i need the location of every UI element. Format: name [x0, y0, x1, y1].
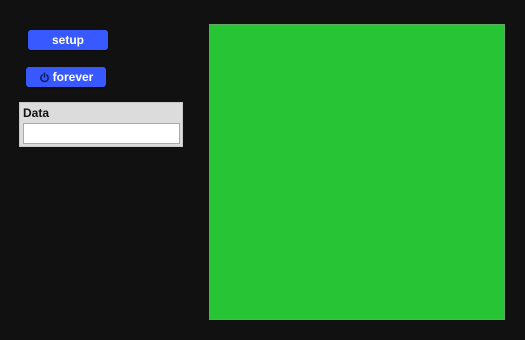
data-monitor: Data [19, 102, 183, 147]
forever-button-label: forever [52, 70, 94, 84]
setup-button[interactable]: setup [28, 30, 108, 50]
setup-button-label: setup [51, 33, 84, 47]
monitor-value [23, 123, 180, 144]
world-view[interactable] [209, 24, 505, 320]
forever-button[interactable]: forever [26, 67, 106, 87]
monitor-label: Data [23, 106, 50, 120]
power-icon [39, 71, 50, 83]
